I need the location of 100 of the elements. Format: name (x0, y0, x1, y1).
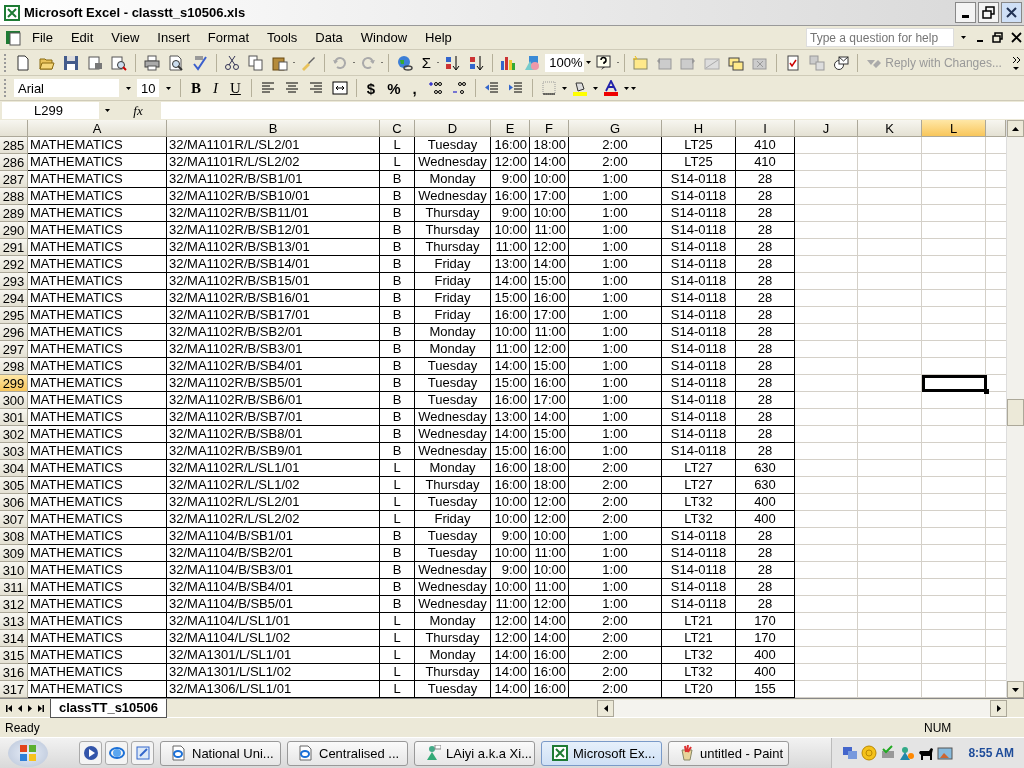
row-header[interactable]: 294 (0, 290, 28, 307)
row-header[interactable]: 303 (0, 443, 28, 460)
document-edit-icon[interactable] (134, 745, 151, 761)
dropdown-arrow-icon[interactable] (561, 86, 567, 90)
row-header[interactable]: 307 (0, 511, 28, 528)
new-document-icon[interactable] (15, 54, 32, 71)
bold-button[interactable]: B (186, 79, 206, 97)
increase-decimal-icon[interactable] (426, 80, 443, 96)
menu-item[interactable]: Data (307, 28, 351, 47)
scrollbar-thumb[interactable] (1007, 399, 1024, 426)
align-left-icon[interactable] (259, 80, 276, 96)
menu-item[interactable]: Help (417, 28, 460, 47)
column-header[interactable]: A (28, 120, 167, 137)
network-computers-icon[interactable] (842, 745, 859, 761)
next-sheet-icon[interactable] (28, 704, 32, 712)
toolbar-options-icon[interactable] (1010, 54, 1021, 71)
row-header[interactable]: 295 (0, 307, 28, 324)
row-header[interactable]: 311 (0, 579, 28, 596)
align-right-icon[interactable] (307, 80, 324, 96)
fill-color-icon[interactable] (571, 80, 588, 96)
row-header[interactable]: 299 (0, 375, 28, 392)
column-header[interactable]: I (736, 120, 795, 137)
comments-stack-icon[interactable] (728, 54, 745, 71)
column-header[interactable]: J (795, 120, 858, 137)
column-header[interactable]: L (922, 120, 986, 137)
italic-button[interactable]: I (208, 79, 223, 97)
globe-link-icon[interactable] (396, 54, 413, 71)
row-header[interactable]: 312 (0, 596, 28, 613)
dropdown-arrow-icon[interactable] (104, 109, 110, 112)
taskbar-button[interactable]: untitled - Paint (668, 740, 789, 766)
spellcheck-icon[interactable] (191, 54, 208, 71)
save-icon[interactable] (63, 54, 80, 71)
menu-item[interactable]: Format (199, 28, 257, 47)
restore-icon[interactable] (992, 31, 1004, 44)
row-header[interactable]: 285 (0, 137, 28, 154)
autosum-button[interactable]: Σ (417, 54, 435, 71)
document-lock-icon[interactable] (87, 54, 104, 71)
scissors-icon[interactable] (223, 54, 240, 71)
menu-item[interactable]: Tools (259, 28, 306, 47)
dropdown-arrow-icon[interactable] (125, 86, 131, 90)
merge-center-icon[interactable] (331, 80, 348, 96)
row-header[interactable]: 315 (0, 647, 28, 664)
scroll-left-button[interactable] (597, 699, 615, 717)
decrease-indent-icon[interactable] (483, 80, 500, 96)
scroll-right-button[interactable] (990, 699, 1007, 717)
dropdown-arrow-icon[interactable] (592, 86, 598, 90)
previous-sheet-icon[interactable] (18, 704, 22, 712)
menu-item[interactable]: Edit (62, 28, 102, 47)
restore-button[interactable] (978, 2, 999, 23)
dropdown-arrow-icon[interactable] (960, 36, 966, 39)
row-header[interactable]: 289 (0, 205, 28, 222)
row-header[interactable]: 306 (0, 494, 28, 511)
first-sheet-icon[interactable] (6, 704, 12, 712)
insert-function-button[interactable]: fx (115, 102, 161, 119)
row-header[interactable]: 288 (0, 188, 28, 205)
menu-item[interactable]: File (24, 28, 61, 47)
zoom-field[interactable]: 100% (545, 53, 584, 72)
row-header[interactable]: 292 (0, 256, 28, 273)
help-search-field[interactable]: Type a question for help (806, 28, 954, 47)
media-player-icon[interactable] (82, 745, 99, 761)
column-header[interactable]: H (662, 120, 736, 137)
browser-icon[interactable] (108, 745, 125, 761)
font-color-icon[interactable] (602, 80, 619, 96)
increase-indent-icon[interactable] (507, 80, 524, 96)
envelope-icon[interactable] (832, 54, 849, 71)
borders-icon[interactable] (540, 80, 557, 96)
row-header[interactable]: 298 (0, 358, 28, 375)
row-header[interactable]: 290 (0, 222, 28, 239)
close-button[interactable] (1001, 2, 1022, 23)
row-header[interactable]: 291 (0, 239, 28, 256)
checklist-icon[interactable] (784, 54, 801, 71)
row-header[interactable]: 309 (0, 545, 28, 562)
paste-icon[interactable] (271, 54, 288, 71)
row-header[interactable]: 305 (0, 477, 28, 494)
start-button[interactable] (8, 739, 48, 767)
font-name-field[interactable]: Arial (14, 79, 119, 97)
column-header[interactable]: E (491, 120, 530, 137)
formula-field[interactable] (161, 102, 1024, 119)
print-preview-icon[interactable] (167, 54, 184, 71)
active-cell[interactable] (922, 375, 987, 392)
shapes-icon[interactable] (524, 54, 541, 71)
sort-descending-icon[interactable] (467, 54, 484, 71)
name-box[interactable]: L299 (2, 102, 99, 119)
row-header[interactable]: 317 (0, 681, 28, 698)
help-icon[interactable] (596, 54, 613, 71)
row-header[interactable]: 293 (0, 273, 28, 290)
dropdown-arrow-icon[interactable] (585, 61, 591, 64)
row-header[interactable]: 296 (0, 324, 28, 341)
close-icon[interactable] (1010, 32, 1022, 43)
comma-style-button[interactable]: , (407, 79, 422, 97)
row-header[interactable]: 301 (0, 409, 28, 426)
sort-ascending-icon[interactable] (443, 54, 460, 71)
row-header[interactable]: 300 (0, 392, 28, 409)
underline-button[interactable]: U (225, 79, 246, 97)
row-header[interactable]: 313 (0, 613, 28, 630)
row-header[interactable]: 286 (0, 154, 28, 171)
printer-icon[interactable] (143, 54, 160, 71)
menu-item[interactable]: View (103, 28, 148, 47)
scroll-up-button[interactable] (1007, 120, 1024, 137)
bar-chart-icon[interactable] (500, 54, 517, 71)
